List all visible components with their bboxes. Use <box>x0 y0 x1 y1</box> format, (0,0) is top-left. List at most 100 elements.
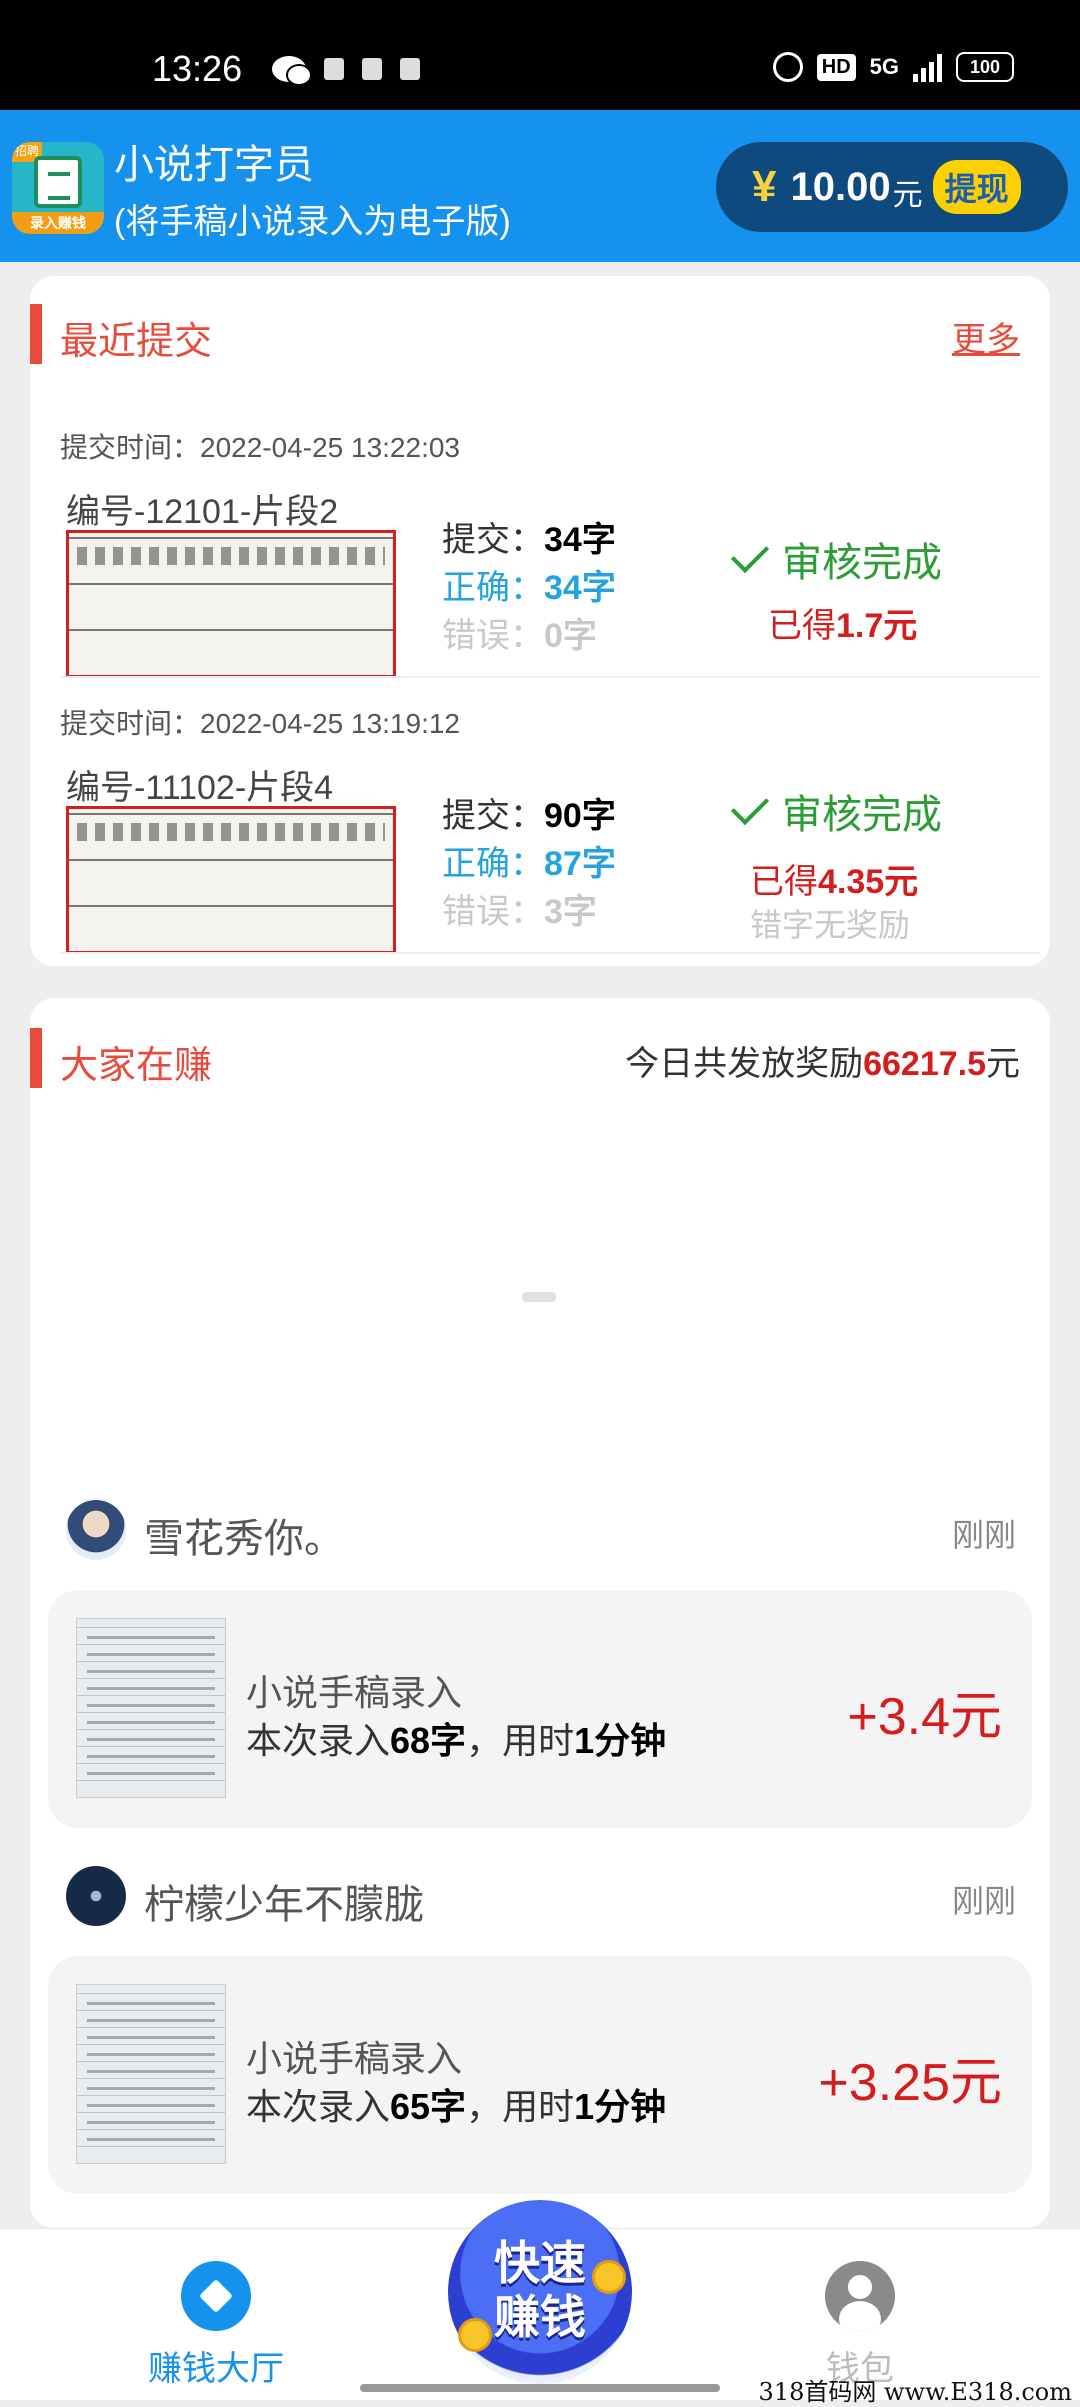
check-icon <box>730 534 770 574</box>
handwriting-image <box>77 823 385 841</box>
today-reward-unit: 元 <box>986 1045 1020 1083</box>
status-time: 13:26 <box>152 48 243 89</box>
correct-label: 正确： <box>442 569 544 607</box>
feed-time: 刚刚 <box>951 1883 1016 1919</box>
duration: 1分钟 <box>574 1720 667 1761</box>
error-count: 错误：3字 <box>442 884 597 933</box>
char-count: 65字 <box>390 2086 467 2127</box>
quick-earn-button[interactable]: 快速 赚钱 <box>448 2200 632 2384</box>
network-type: 5G <box>869 54 899 79</box>
correct-value: 87字 <box>544 845 616 883</box>
task-detail: 本次录入68字，用时1分钟 <box>246 1712 666 1764</box>
detail-prefix: 本次录入 <box>246 2086 391 2127</box>
segment-label: 编号-12101-片段2 <box>66 493 339 531</box>
review-status: 审核完成 <box>730 530 942 588</box>
balance-pill[interactable]: ¥ 10.00 元 提现 <box>716 142 1068 232</box>
correct-value: 34字 <box>544 569 616 607</box>
app-icon-text: 录入赚钱 <box>12 212 104 234</box>
nav-item-wallet[interactable]: 钱包 <box>760 2261 960 2390</box>
earning-amount: +3.25元 <box>818 2054 1002 2112</box>
earned-value: 4.35元 <box>818 863 919 901</box>
submit-label: 提交： <box>442 797 544 835</box>
today-reward-label: 今日共发放奖励 <box>625 1045 864 1083</box>
withdraw-button[interactable]: 提现 <box>932 160 1021 214</box>
earning-item[interactable]: 小说手稿录入 本次录入65字，用时1分钟 +3.25元 <box>48 1956 1032 2194</box>
error-count: 错误：0字 <box>442 608 597 657</box>
error-value: 0字 <box>544 617 597 655</box>
correct-label: 正确： <box>442 845 544 883</box>
currency-symbol: ¥ <box>752 162 777 211</box>
manuscript-thumbnail[interactable] <box>66 530 396 678</box>
manuscript-thumbnail[interactable] <box>66 806 396 954</box>
avatar[interactable] <box>66 1866 126 1926</box>
more-link[interactable]: 更多 <box>952 312 1020 361</box>
earning-item[interactable]: 小说手稿录入 本次录入68字，用时1分钟 +3.4元 <box>48 1590 1032 1828</box>
earning-amount: +3.4元 <box>847 1688 1002 1746</box>
section-marker <box>30 1028 42 1088</box>
earned-value: 1.7元 <box>836 607 918 645</box>
signal-icon <box>913 52 942 82</box>
alarm-icon <box>772 52 803 82</box>
user-icon <box>825 2261 895 2331</box>
nav-item-hall[interactable]: 赚钱大厅 <box>116 2261 316 2390</box>
feed-time: 刚刚 <box>951 1517 1016 1553</box>
review-status-text: 审核完成 <box>782 793 942 837</box>
section-marker <box>30 304 42 364</box>
submission-time: 提交时间：2022-04-25 13:22:03 <box>60 432 460 463</box>
detail-mid: ，用时 <box>466 2086 575 2127</box>
error-label: 错误： <box>442 617 544 655</box>
app-notification-icon <box>324 58 344 80</box>
check-icon <box>730 786 770 826</box>
task-detail: 本次录入65字，用时1分钟 <box>246 2078 666 2130</box>
submit-count: 提交：34字 <box>442 512 616 561</box>
manuscript-thumbnail <box>76 1618 226 1798</box>
today-reward-total: 今日共发放奖励66217.5元 <box>625 1036 1020 1085</box>
feed-user-row: 雪花秀你。 刚刚 <box>66 1500 1016 1562</box>
segment-label: 编号-11102-片段4 <box>66 769 334 807</box>
correct-count: 正确：87字 <box>442 836 616 885</box>
review-status-text: 审核完成 <box>782 541 942 585</box>
user-name: 柠檬少年不朦胧 <box>144 1883 424 1927</box>
task-name: 小说手稿录入 <box>246 1672 463 1713</box>
submit-count: 提交：90字 <box>442 788 616 837</box>
app-notification-icon <box>400 58 420 80</box>
system-icons: HD 5G 100 <box>772 52 1014 82</box>
no-reward-note: 错字无奖励 <box>750 907 911 943</box>
coin-icon <box>458 2318 492 2352</box>
user-name: 雪花秀你。 <box>144 1517 344 1561</box>
detail-prefix: 本次录入 <box>246 1720 391 1761</box>
earned-amount: 已得4.35元 <box>750 854 918 903</box>
section-title: 大家在赚 <box>60 1045 213 1087</box>
balance-unit: 元 <box>892 179 923 212</box>
home-indicator[interactable] <box>360 2384 720 2392</box>
loading-placeholder <box>522 1292 556 1302</box>
battery-icon: 100 <box>956 52 1014 82</box>
book-icon <box>34 156 82 208</box>
nav-label-hall: 赚钱大厅 <box>148 2350 284 2388</box>
char-count: 68字 <box>390 1720 467 1761</box>
detail-mid: ，用时 <box>466 1720 575 1761</box>
handwriting-image <box>77 547 385 565</box>
earned-label: 已得 <box>768 607 836 645</box>
correct-count: 正确：34字 <box>442 560 616 609</box>
hd-icon: HD <box>816 53 856 81</box>
submit-value: 90字 <box>544 797 616 835</box>
error-value: 3字 <box>544 893 597 931</box>
notification-icons <box>272 56 420 86</box>
wechat-icon <box>272 56 312 86</box>
avatar[interactable] <box>66 1500 126 1560</box>
diamond-icon <box>181 2261 251 2331</box>
app-subtitle: (将手稿小说录入为电子版) <box>114 203 511 241</box>
app-logo-icon: 招聘 录入赚钱 <box>12 142 104 234</box>
divider <box>60 676 1040 678</box>
manuscript-thumbnail <box>76 1984 226 2164</box>
recent-submissions-card: 最近提交 更多 提交时间：2022-04-25 13:22:03 编号-1210… <box>30 276 1050 966</box>
everyone-earning-card: 大家在赚 今日共发放奖励66217.5元 雪花秀你。 刚刚 小说手稿录入 本次录… <box>30 998 1050 2228</box>
section-title: 最近提交 <box>60 321 213 363</box>
balance-amount: 10.00 <box>790 164 891 209</box>
review-status: 审核完成 <box>730 782 942 840</box>
watermark: 318首码网 www.E318.com <box>758 2378 1072 2406</box>
submit-value: 34字 <box>544 521 616 559</box>
duration: 1分钟 <box>574 2086 667 2127</box>
task-name: 小说手稿录入 <box>246 2038 463 2079</box>
